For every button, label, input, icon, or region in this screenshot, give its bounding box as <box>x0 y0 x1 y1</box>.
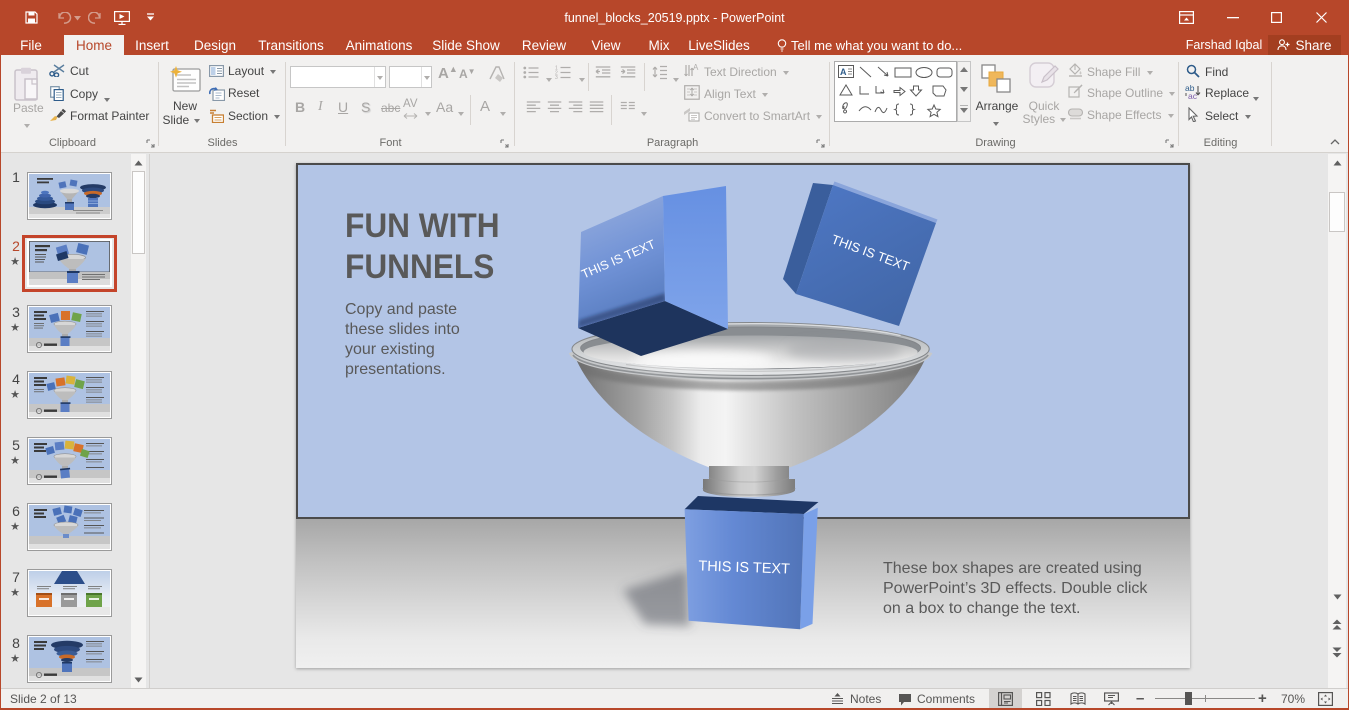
svg-text:A: A <box>693 63 699 72</box>
svg-text:A: A <box>840 67 847 77</box>
svg-text:3: 3 <box>555 75 558 79</box>
svg-text:THIS IS TEXT: THIS IS TEXT <box>698 558 790 577</box>
